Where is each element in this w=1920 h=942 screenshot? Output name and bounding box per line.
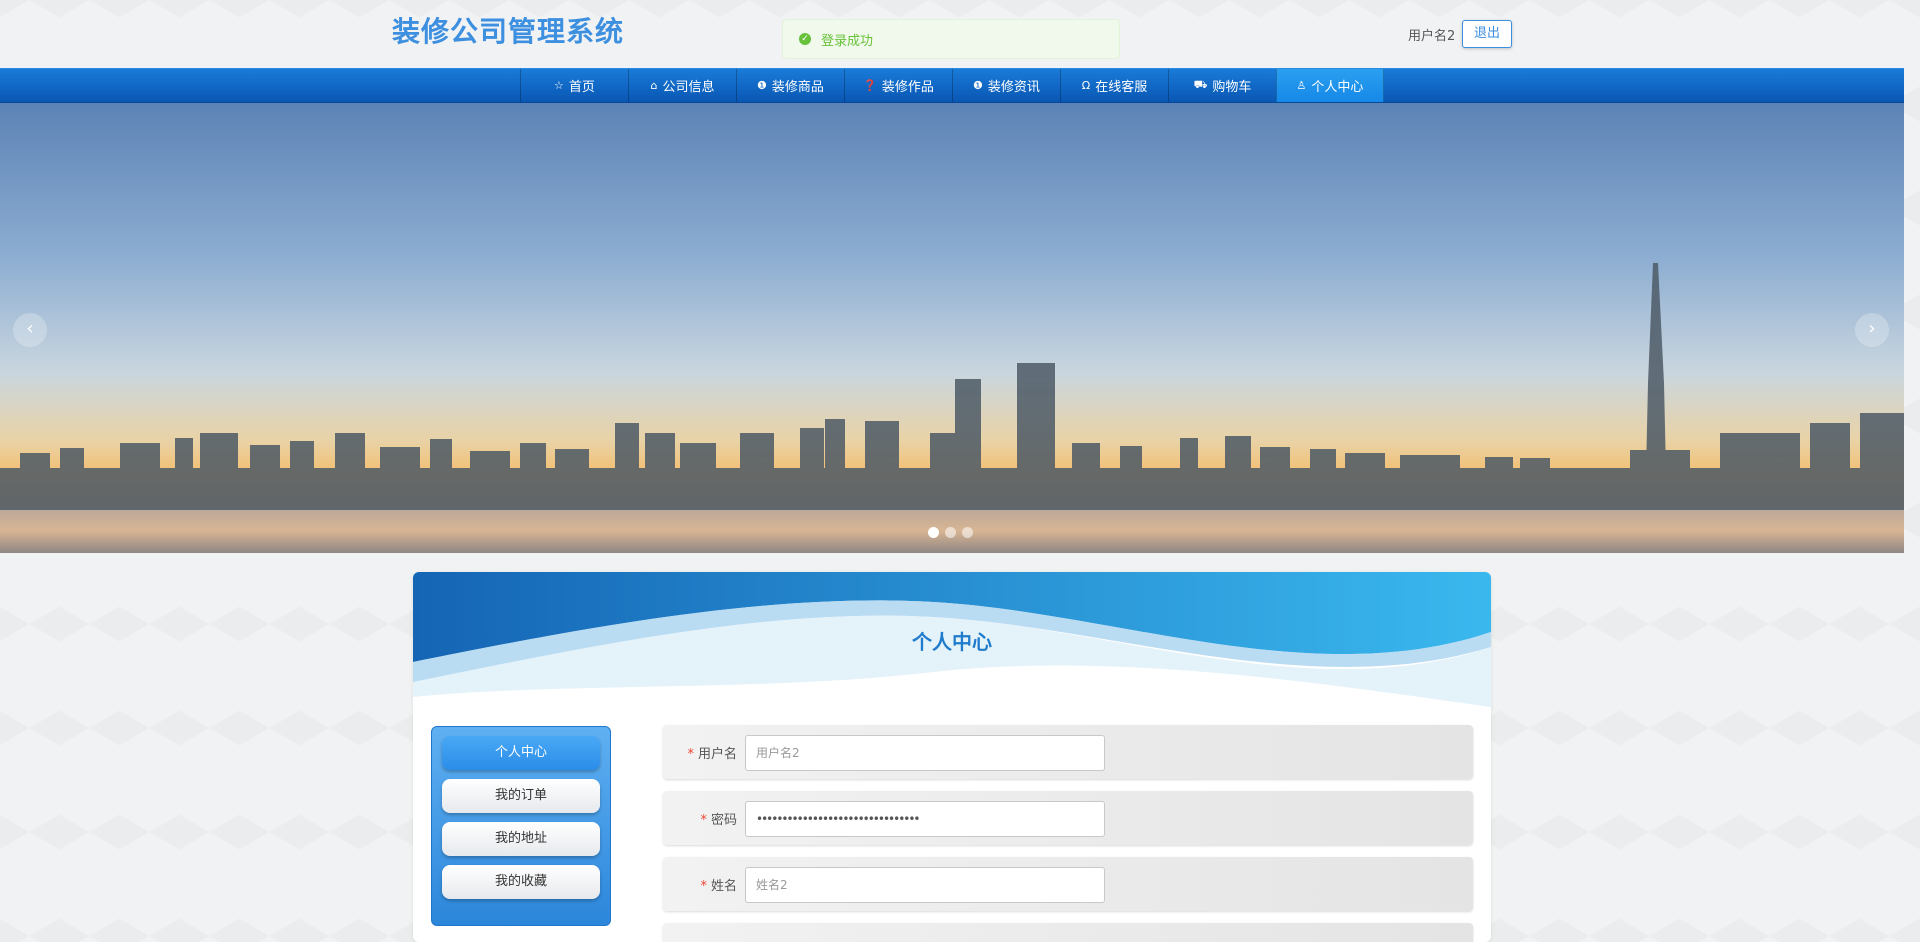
banner-carousel: ‹ › [0, 103, 1904, 553]
site-title: 装修公司管理系统 [392, 15, 625, 48]
name-field[interactable] [745, 867, 1105, 903]
carousel-dot[interactable] [962, 527, 973, 538]
logout-button[interactable]: 退出 [1462, 20, 1512, 48]
nav-item-label: 装修资讯 [987, 80, 1040, 95]
building-icon: ⌂ [650, 79, 658, 92]
nav-item-company-info[interactable]: ⌂ 公司信息 [628, 69, 736, 102]
nav-item-label: 首页 [568, 80, 595, 95]
username-field[interactable] [745, 735, 1105, 771]
password-label: * 密码 [700, 813, 737, 828]
cart-icon: ⛟ [1193, 78, 1208, 91]
nav-item-works[interactable]: ❓ 装修作品 [844, 69, 952, 102]
form-row-username: * 用户名 [663, 725, 1473, 779]
side-menu: 个人中心 我的订单 我的地址 我的收藏 [431, 726, 611, 926]
personal-center-panel: 个人中心 个人中心 我的订单 我的地址 我的收藏 *用户名 *密码 *姓名 [413, 572, 1491, 942]
check-circle-icon: ✓ [799, 33, 811, 45]
current-username: 用户名2 [1408, 29, 1456, 44]
form-row-next [663, 923, 1473, 942]
main-nav-menu: ☆ 首页 ⌂ 公司信息 ❶ 装修商品 ❓ 装修作品 ❶ 装修资讯 Ω 在线客服 … [520, 69, 1384, 102]
star-icon: ☆ [554, 79, 564, 92]
nav-item-label: 在线客服 [1095, 80, 1148, 95]
carousel-dot[interactable] [945, 527, 956, 538]
nav-item-label: 装修商品 [771, 80, 824, 95]
carousel-dot[interactable] [928, 527, 939, 538]
success-toast: ✓ 登录成功 [782, 19, 1120, 59]
nav-item-label: 公司信息 [662, 80, 715, 95]
nav-item-personal-center[interactable]: ♙ 个人中心 [1276, 69, 1384, 102]
nav-item-customer-service[interactable]: Ω 在线客服 [1060, 69, 1168, 102]
carousel-indicators [928, 527, 973, 538]
nav-item-home[interactable]: ☆ 首页 [520, 69, 628, 102]
question-icon: ❓ [863, 79, 877, 92]
nav-item-cart[interactable]: ⛟ 购物车 [1168, 69, 1276, 102]
side-menu-my-favorites[interactable]: 我的收藏 [442, 865, 600, 899]
nav-item-news[interactable]: ❶ 装修资讯 [952, 69, 1060, 102]
info-icon: ❶ [973, 79, 983, 92]
nav-item-label: 个人中心 [1311, 80, 1364, 95]
nav-item-products[interactable]: ❶ 装修商品 [736, 69, 844, 102]
password-field[interactable] [745, 801, 1105, 837]
nav-item-label: 装修作品 [881, 80, 934, 95]
nav-item-label: 购物车 [1212, 80, 1252, 95]
city-skyline-image [0, 263, 1904, 553]
carousel-prev-button[interactable]: ‹ [13, 313, 47, 347]
form-row-name: * 姓名 [663, 857, 1473, 911]
user-icon: ♙ [1296, 79, 1307, 92]
side-menu-my-addresses[interactable]: 我的地址 [442, 822, 600, 856]
username-label: * 用户名 [687, 747, 737, 762]
toast-message: 登录成功 [821, 33, 874, 49]
form-row-password: * 密码 [663, 791, 1473, 845]
main-nav-bar: ☆ 首页 ⌂ 公司信息 ❶ 装修商品 ❓ 装修作品 ❶ 装修资讯 Ω 在线客服 … [0, 68, 1904, 103]
carousel-next-button[interactable]: › [1855, 313, 1889, 347]
name-label: * 姓名 [700, 879, 737, 894]
headset-icon: Ω [1081, 79, 1091, 92]
info-icon: ❶ [757, 79, 767, 92]
panel-title: 个人中心 [912, 630, 992, 654]
side-menu-my-orders[interactable]: 我的订单 [442, 779, 600, 813]
side-menu-personal-center[interactable]: 个人中心 [442, 736, 600, 770]
